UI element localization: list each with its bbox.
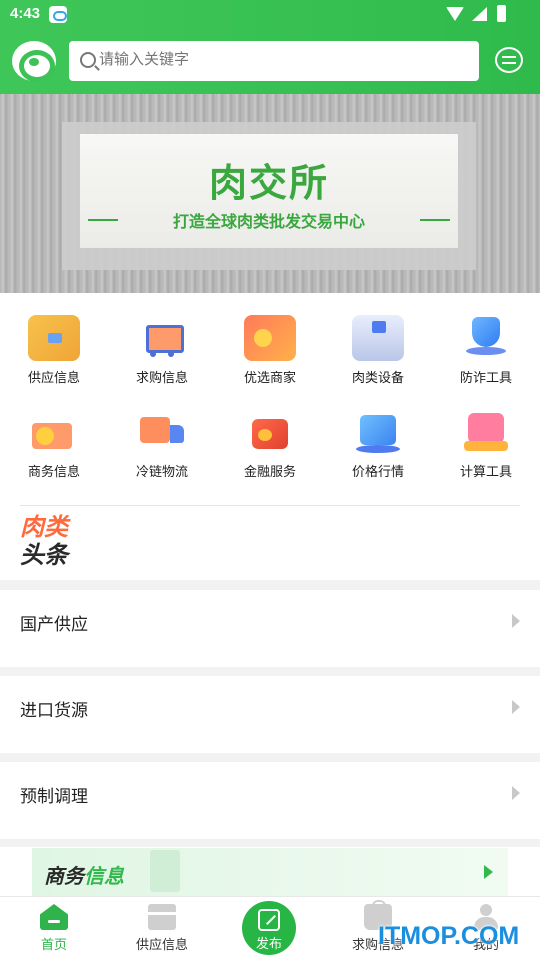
arrow-right-icon bbox=[484, 865, 493, 879]
tab-home[interactable]: 首页 bbox=[0, 897, 108, 960]
category-label: 价格行情 bbox=[351, 465, 404, 480]
row-imported-goods[interactable]: 进口货源 bbox=[0, 676, 540, 753]
category-financial-services[interactable]: 金融服务 bbox=[216, 409, 324, 499]
search-bar[interactable] bbox=[69, 41, 479, 81]
shopping-cart-icon bbox=[136, 315, 188, 361]
search-input[interactable] bbox=[99, 50, 459, 68]
category-preferred-merchants[interactable]: 优选商家 bbox=[216, 315, 324, 405]
row-prepared-food[interactable]: 预制调理 bbox=[0, 762, 540, 839]
equipment-icon bbox=[352, 315, 404, 361]
chevron-right-icon bbox=[512, 700, 520, 714]
category-label: 肉类设备 bbox=[351, 371, 404, 386]
category-calculator-tools[interactable]: 计算工具 bbox=[432, 409, 540, 499]
store-icon bbox=[148, 904, 176, 930]
home-icon bbox=[40, 904, 68, 930]
calculator-icon bbox=[460, 409, 512, 455]
category-label: 防诈工具 bbox=[459, 371, 512, 386]
banner-title: 肉交所 bbox=[208, 161, 329, 205]
meat-headlines-logo[interactable]: 肉类 头条 bbox=[20, 513, 84, 573]
edit-icon bbox=[258, 909, 280, 931]
category-label: 冷链物流 bbox=[135, 465, 188, 480]
publish-label: 发布 bbox=[255, 937, 282, 952]
signal-icon bbox=[472, 7, 487, 21]
row-label: 进口货源 bbox=[20, 701, 88, 721]
cloud-notification-icon bbox=[49, 6, 67, 23]
row-label: 预制调理 bbox=[20, 787, 88, 807]
warehouse-box-icon bbox=[28, 315, 80, 361]
category-business-info[interactable]: 商务信息 bbox=[0, 409, 108, 499]
divider bbox=[20, 505, 520, 506]
news-logo-line1: 肉类 bbox=[20, 513, 68, 541]
search-icon bbox=[80, 52, 96, 68]
category-label: 金融服务 bbox=[243, 465, 296, 480]
category-supply-info[interactable]: 供应信息 bbox=[0, 315, 108, 405]
business-title-part2: 信息 bbox=[84, 864, 124, 888]
chevron-right-icon bbox=[512, 786, 520, 800]
business-coin-icon bbox=[28, 409, 80, 455]
banner-line-right bbox=[420, 219, 450, 221]
building-icon bbox=[150, 850, 180, 892]
category-label: 商务信息 bbox=[27, 465, 80, 480]
app-header: 4:43 bbox=[0, 0, 540, 94]
category-price-quotes[interactable]: 价格行情 bbox=[324, 409, 432, 499]
watermark: ITMOP.COM bbox=[378, 922, 520, 950]
category-label: 求购信息 bbox=[135, 371, 188, 386]
banner-subtitle: 打造全球肉类批发交易中心 bbox=[172, 212, 365, 231]
category-anti-fraud-tools[interactable]: 防诈工具 bbox=[432, 315, 540, 405]
business-info-title: 商务信息 bbox=[44, 860, 124, 889]
category-label: 优选商家 bbox=[243, 371, 296, 386]
wallet-icon bbox=[244, 409, 296, 455]
business-info-section: 商务信息 bbox=[0, 847, 540, 897]
news-logo-line2: 头条 bbox=[20, 541, 68, 569]
category-meat-equipment[interactable]: 肉类设备 bbox=[324, 315, 432, 405]
category-purchase-info[interactable]: 求购信息 bbox=[108, 315, 216, 405]
category-label: 计算工具 bbox=[459, 465, 512, 480]
tab-supply-info[interactable]: 供应信息 bbox=[108, 897, 216, 960]
banner-panel: 肉交所 打造全球肉类批发交易中心 bbox=[80, 134, 458, 248]
category-label: 供应信息 bbox=[27, 371, 80, 386]
battery-icon bbox=[497, 5, 506, 22]
row-label: 国产供应 bbox=[20, 615, 88, 635]
hero-banner[interactable]: 肉交所 打造全球肉类批发交易中心 bbox=[0, 94, 540, 293]
chevron-right-icon bbox=[512, 614, 520, 628]
publish-button[interactable]: 发布 bbox=[242, 901, 296, 955]
app-logo-icon[interactable] bbox=[12, 41, 56, 82]
shop-badge-icon bbox=[244, 315, 296, 361]
status-time: 4:43 bbox=[10, 5, 41, 22]
tab-label: 首页 bbox=[40, 938, 67, 953]
wifi-icon bbox=[446, 7, 464, 21]
message-icon[interactable] bbox=[495, 47, 523, 73]
category-cold-chain[interactable]: 冷链物流 bbox=[108, 409, 216, 499]
shield-check-icon bbox=[460, 315, 512, 361]
business-title-part1: 商务 bbox=[44, 864, 84, 888]
row-domestic-supply[interactable]: 国产供应 bbox=[0, 590, 540, 667]
price-chart-icon bbox=[352, 409, 404, 455]
cold-truck-icon bbox=[136, 409, 188, 455]
category-grid: 供应信息 求购信息 优选商家 肉类设备 防诈工具 商务信息 冷链物流 金融服务 … bbox=[0, 293, 540, 580]
business-info-banner[interactable]: 商务信息 bbox=[32, 848, 508, 896]
status-bar: 4:43 bbox=[0, 0, 540, 30]
tab-label: 供应信息 bbox=[135, 938, 188, 953]
